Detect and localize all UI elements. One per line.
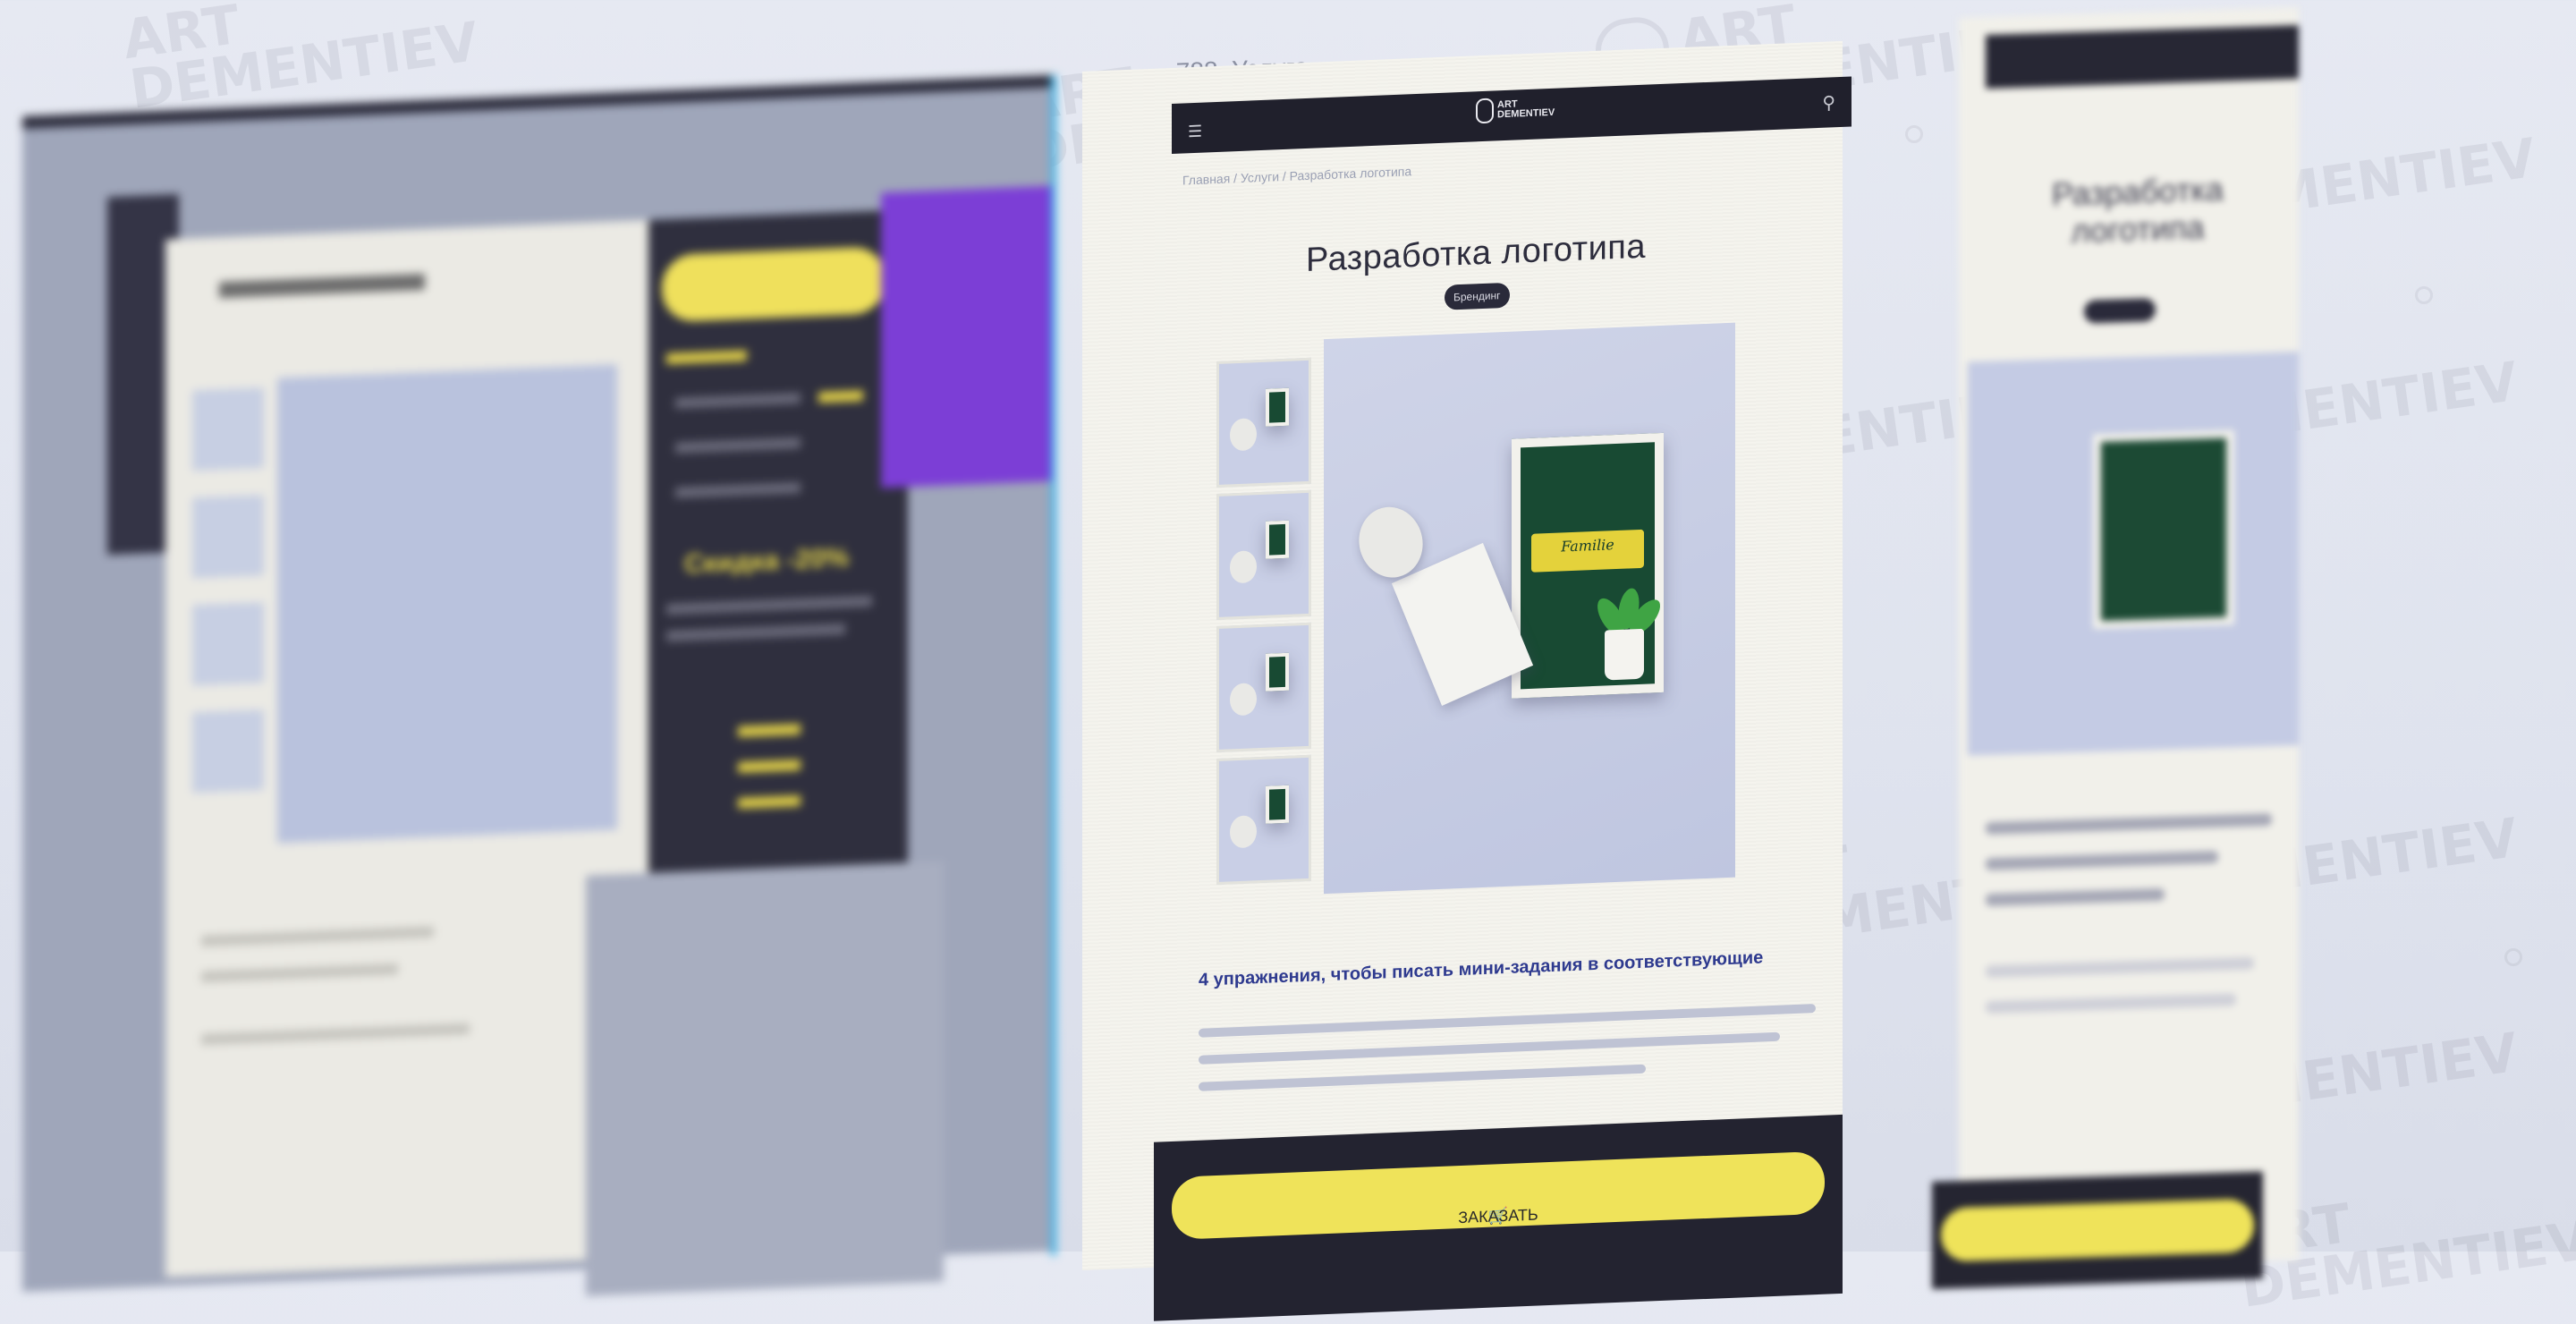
article-subtitle[interactable]: 4 упражнения, чтобы писать мини-задания … <box>1199 947 1763 990</box>
logo-mark-icon <box>1476 98 1494 124</box>
gallery-thumb <box>192 709 264 794</box>
gallery-main-image <box>277 364 617 844</box>
gallery-thumb[interactable] <box>1216 357 1311 488</box>
gallery-main-image[interactable]: Familie <box>1324 322 1735 895</box>
mobile-nav <box>1986 25 2299 89</box>
site-logo[interactable]: ART DEMENTIEV <box>1476 96 1556 135</box>
tablet-mockup: ☰ ART DEMENTIEV ⚲ Главная / Услуги / Разр… <box>1082 40 1852 1321</box>
page-title: Разработка логотипа <box>1306 227 1646 279</box>
gallery-thumb <box>192 495 264 579</box>
gallery-thumb <box>192 602 264 686</box>
gallery-thumb <box>192 387 264 471</box>
category-badge[interactable]: Брендинг <box>1445 282 1510 310</box>
decor-dot <box>2415 286 2433 304</box>
tablet-page: ☰ ART DEMENTIEV ⚲ Главная / Услуги / Разр… <box>1082 40 1852 1321</box>
top-nav: ☰ ART DEMENTIEV ⚲ <box>1172 76 1852 154</box>
gallery-thumb[interactable] <box>1216 754 1311 885</box>
mobile-mockup: Разработка логотипа <box>1932 7 2299 1289</box>
breadcrumb[interactable]: Главная / Услуги / Разработка логотипа <box>1182 164 1411 187</box>
gallery-thumb[interactable] <box>1216 489 1311 620</box>
decor-dot <box>2504 948 2522 966</box>
decor-dot <box>1905 125 1923 143</box>
gallery-thumb[interactable] <box>1216 622 1311 752</box>
selection-edge <box>1051 74 1056 1256</box>
desktop-mockup: Скидка -20% <box>22 74 1056 1296</box>
watermark: ARTDEMENTIEV <box>119 0 483 122</box>
search-icon[interactable]: ⚲ <box>1822 91 1835 115</box>
mobile-title: Разработка логотипа <box>2052 170 2224 250</box>
order-button <box>662 246 886 323</box>
burger-icon[interactable]: ☰ <box>1188 123 1202 142</box>
promo-banner <box>881 185 1051 488</box>
